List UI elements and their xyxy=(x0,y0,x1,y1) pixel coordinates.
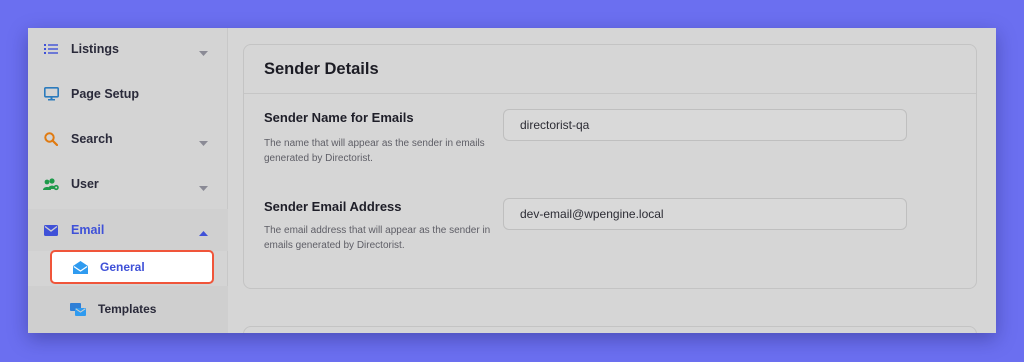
users-icon xyxy=(43,176,59,192)
search-icon xyxy=(43,131,59,147)
open-envelope-icon xyxy=(72,259,88,275)
sender-name-input[interactable]: directorist-qa xyxy=(503,109,907,141)
next-card xyxy=(243,326,977,333)
chevron-down-icon xyxy=(199,181,208,195)
chevron-up-icon xyxy=(199,226,208,240)
sender-details-card: Sender Details Sender Name for Emails Th… xyxy=(243,44,977,289)
sidebar: Listings Page Setup Search User Email Ge… xyxy=(28,28,228,333)
card-title: Sender Details xyxy=(244,45,976,94)
sidebar-item-page-setup[interactable]: Page Setup xyxy=(28,74,228,114)
templates-icon xyxy=(70,301,86,317)
field-description-sender-name: The name that will appear as the sender … xyxy=(264,138,485,164)
sidebar-subitem-templates[interactable]: Templates xyxy=(50,292,214,326)
field-label-sender-email: Sender Email Address xyxy=(264,199,402,214)
sidebar-item-email[interactable]: Email xyxy=(28,209,228,251)
sidebar-item-label: Listings xyxy=(71,42,119,56)
sidebar-item-listings[interactable]: Listings xyxy=(28,29,228,69)
sidebar-subitem-label: Templates xyxy=(98,302,157,316)
field-label-sender-name: Sender Name for Emails xyxy=(264,110,414,125)
chevron-down-icon xyxy=(199,136,208,150)
envelope-icon xyxy=(43,222,59,238)
sender-email-input[interactable]: dev-email@wpengine.local xyxy=(503,198,907,230)
field-description-sender-email: The email address that will appear as th… xyxy=(264,225,491,251)
chevron-down-icon xyxy=(199,46,208,60)
list-icon xyxy=(43,41,59,57)
sidebar-item-label: Search xyxy=(71,132,113,146)
sidebar-item-label: Email xyxy=(71,223,105,237)
sidebar-subitem-label: General xyxy=(100,260,145,274)
monitor-icon xyxy=(43,86,59,102)
sidebar-item-label: User xyxy=(71,177,99,191)
sidebar-subitem-general[interactable]: General xyxy=(50,250,214,284)
settings-window: Listings Page Setup Search User Email Ge… xyxy=(28,28,996,333)
main-content: Sender Details Sender Name for Emails Th… xyxy=(228,28,996,333)
sidebar-item-label: Page Setup xyxy=(71,87,140,101)
sidebar-item-search[interactable]: Search xyxy=(28,119,228,159)
sidebar-item-user[interactable]: User xyxy=(28,164,228,204)
